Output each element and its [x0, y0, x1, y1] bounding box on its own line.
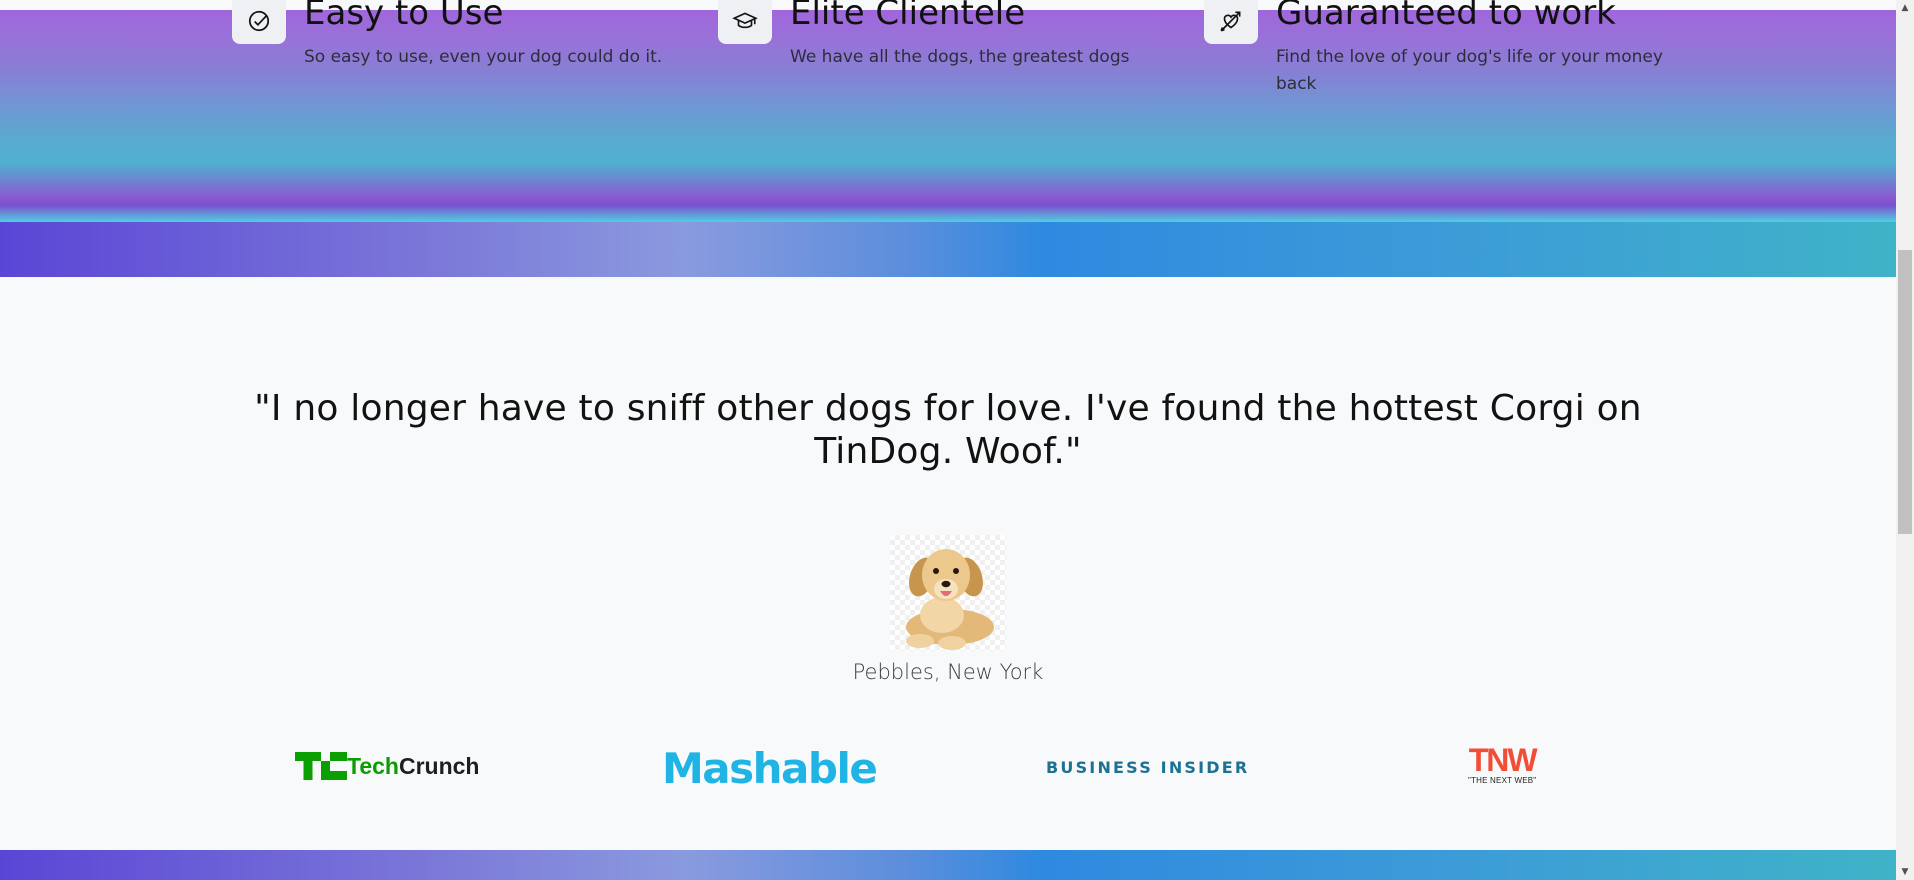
tnw-tagline: "THE NEXT WEB" — [1468, 776, 1537, 785]
tnw-logo: TNW "THE NEXT WEB" — [1468, 742, 1538, 785]
feature-title: Easy to Use — [304, 0, 504, 33]
vertical-scrollbar[interactable]: ▲ ▼ — [1896, 0, 1914, 880]
testimonial-section: "I no longer have to sniff other dogs fo… — [0, 277, 1896, 850]
heart-arrow-icon — [1204, 0, 1258, 44]
testimonial-author: Pebbles, New York — [852, 660, 1044, 684]
mashable-logo: Mashable — [662, 744, 878, 793]
features-section: Easy to Use So easy to use, even your do… — [0, 0, 1896, 222]
puppy-image — [890, 535, 1006, 651]
scrollbar-thumb[interactable] — [1898, 250, 1912, 534]
feature-text: So easy to use, even your dog could do i… — [304, 47, 663, 67]
techcrunch-text-2: Crunch — [398, 752, 480, 779]
gradient-divider — [0, 222, 1896, 277]
techcrunch-mark-icon — [295, 752, 347, 780]
tnw-letters: TNW — [1468, 742, 1538, 778]
press-logos: Tech Crunch Mashable BUSINESS INSIDER TNW… — [0, 742, 1896, 822]
business-insider-logo: BUSINESS INSIDER — [1046, 758, 1250, 777]
feature-title: Elite Clientele — [790, 0, 1026, 33]
feature-text: Find the love of your dog's life or your… — [1276, 47, 1663, 94]
scroll-down-arrow-icon[interactable]: ▼ — [1896, 864, 1914, 880]
scroll-up-arrow-icon[interactable]: ▲ — [1896, 0, 1914, 16]
techcrunch-logo: Tech Crunch — [295, 752, 479, 780]
page: Easy to Use So easy to use, even your do… — [0, 0, 1896, 880]
mortarboard-icon — [718, 0, 772, 44]
techcrunch-text-1: Tech — [347, 752, 399, 779]
feature-text: We have all the dogs, the greatest dogs — [790, 47, 1130, 67]
testimonial-quote: "I no longer have to sniff other dogs fo… — [254, 388, 1642, 472]
feature-title: Guaranteed to work — [1276, 0, 1616, 33]
gradient-divider-bottom — [0, 850, 1896, 880]
circle-check-icon — [232, 0, 286, 44]
